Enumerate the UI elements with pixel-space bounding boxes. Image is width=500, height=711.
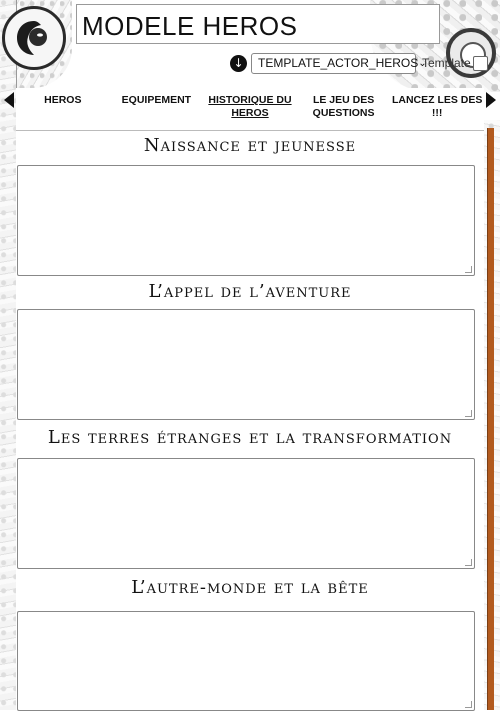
section-title-appel: L’appel de l’aventure — [148, 281, 352, 302]
section-title-autre-monde: L’autre-monde et la bête — [131, 577, 369, 598]
character-name-field[interactable]: MODELE HEROS — [76, 4, 440, 44]
scrollbar[interactable] — [487, 128, 494, 710]
template-checkbox[interactable] — [473, 56, 488, 71]
tab-equipement[interactable]: EQUIPEMENT — [110, 88, 204, 130]
template-label: Template — [422, 56, 471, 70]
tab-heros[interactable]: HEROS — [16, 88, 110, 130]
textarea-appel[interactable] — [17, 309, 475, 420]
textarea-autre-monde[interactable] — [17, 611, 475, 711]
tab-bar: HEROS EQUIPEMENT HISTORIQUE DU HEROS LE … — [16, 88, 484, 131]
tab-historique[interactable]: HISTORIQUE DU HEROS — [203, 88, 297, 130]
sheet-template-row: ↓ TEMPLATE_ACTOR_HEROS ⌄ Template — [230, 52, 471, 74]
download-icon[interactable]: ↓ — [230, 54, 247, 72]
arrow-left-icon[interactable] — [4, 92, 14, 108]
section-title-naissance: Naissance et jeunesse — [143, 135, 357, 156]
arrow-right-icon[interactable] — [486, 92, 496, 108]
sheet-template-select[interactable]: TEMPLATE_ACTOR_HEROS ⌄ — [251, 52, 427, 74]
textarea-terres[interactable] — [17, 458, 475, 569]
tab-lancez-les-des[interactable]: LANCEZ LES DES !!! — [390, 88, 484, 130]
sheet-template-value: TEMPLATE_ACTOR_HEROS — [258, 56, 419, 70]
history-panel: Naissance et jeunesse L’appel de l’avent… — [16, 131, 484, 711]
faction-emblem-icon — [2, 6, 66, 70]
tab-jeu-des-questions[interactable]: LE JEU DES QUESTIONS — [297, 88, 391, 130]
textarea-naissance[interactable] — [17, 165, 475, 276]
section-title-terres: Les terres étranges et la transformation — [47, 427, 453, 448]
